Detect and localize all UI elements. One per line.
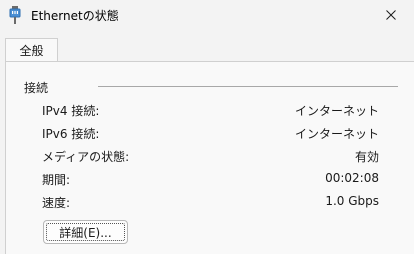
- ethernet-plug-icon: [9, 6, 21, 24]
- details-button-label: 詳細(E)...: [59, 225, 112, 240]
- tab-general[interactable]: 全般: [5, 38, 58, 62]
- duration-value: 00:02:08: [325, 171, 379, 185]
- ipv6-connectivity-label: IPv6 接続:: [42, 127, 100, 141]
- window-title: Ethernetの状態: [31, 9, 119, 23]
- ipv6-connectivity-value: インターネット: [294, 127, 379, 141]
- tab-strip: 全般: [0, 38, 414, 62]
- media-state-value: 有効: [354, 150, 379, 164]
- duration-label: 期間:: [42, 173, 71, 187]
- ipv4-connectivity-label: IPv4 接続:: [42, 104, 100, 118]
- speed-label: 速度:: [42, 196, 71, 210]
- ipv4-connectivity-value: インターネット: [294, 104, 379, 118]
- tab-general-label: 全般: [19, 44, 44, 58]
- speed-value: 1.0 Gbps: [325, 194, 379, 208]
- group-divider: [98, 86, 398, 87]
- media-state-label: メディアの状態:: [42, 150, 130, 164]
- tab-panel-general: 接続 IPv4 接続: インターネット IPv6 接続: インターネット メディ…: [5, 61, 414, 254]
- close-button[interactable]: [368, 0, 414, 32]
- title-bar: Ethernetの状態: [0, 0, 414, 34]
- close-icon: [386, 9, 396, 23]
- details-button[interactable]: 詳細(E)...: [43, 220, 128, 244]
- connection-group-title: 接続: [24, 81, 49, 95]
